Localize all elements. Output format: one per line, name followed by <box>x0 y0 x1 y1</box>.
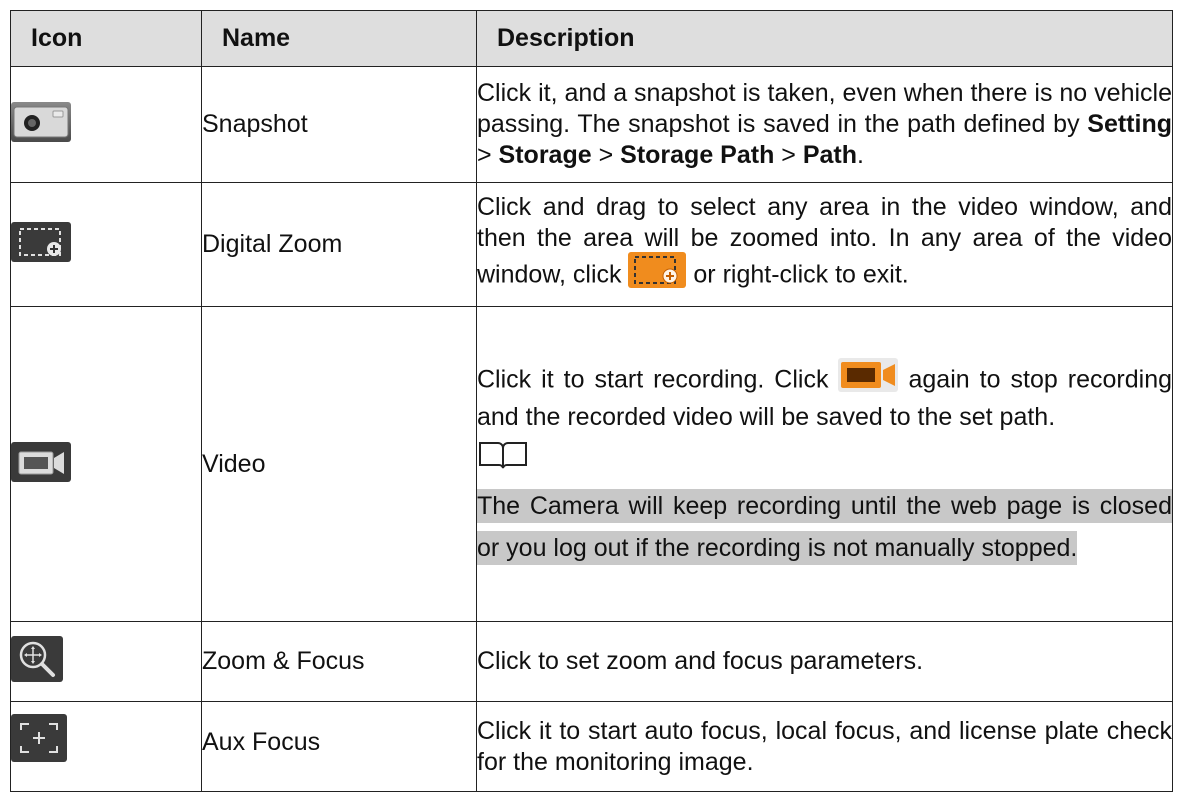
recording-note: The Camera will keep recording until the… <box>477 488 1172 565</box>
row-description: Click it to start recording. Click again… <box>476 306 1173 622</box>
table-row: Zoom & Focus Click to set zoom and focus… <box>10 621 1173 702</box>
header-icon: Icon <box>10 10 202 67</box>
row-description: Click it, and a snapshot is taken, even … <box>476 66 1173 183</box>
row-name: Zoom & Focus <box>201 621 477 702</box>
video-recording-active-icon <box>838 357 899 400</box>
path-storage: Storage <box>498 141 592 169</box>
path-path: Path <box>802 141 858 169</box>
digital-zoom-icon[interactable] <box>11 222 71 262</box>
row-description: Click and drag to select any area in the… <box>476 182 1173 307</box>
aux-focus-icon[interactable] <box>11 714 67 762</box>
video-record-icon[interactable] <box>11 441 71 482</box>
path-storage-path: Storage Path <box>620 141 775 169</box>
path-setting: Setting <box>1087 110 1172 138</box>
table-row: Video Click it to start recording. Click… <box>10 306 1173 622</box>
table-row: Aux Focus Click it to start auto focus, … <box>10 701 1173 792</box>
row-name: Video <box>201 306 477 622</box>
icon-reference-table: Icon Name Description Snapshot Click it,… <box>10 10 1173 792</box>
zoom-focus-icon[interactable] <box>11 636 63 682</box>
snapshot-camera-icon[interactable] <box>11 102 71 142</box>
row-name: Digital Zoom <box>201 182 477 307</box>
note-book-icon <box>477 439 1172 479</box>
table-row: Snapshot Click it, and a snapshot is tak… <box>10 66 1173 183</box>
digital-zoom-active-icon <box>628 251 687 296</box>
row-description: Click to set zoom and focus parameters. <box>476 621 1173 702</box>
header-description: Description <box>476 10 1173 67</box>
header-name: Name <box>201 10 477 67</box>
row-name: Snapshot <box>201 66 477 183</box>
table-row: Digital Zoom Click and drag to select an… <box>10 182 1173 307</box>
row-name: Aux Focus <box>201 701 477 792</box>
table-header-row: Icon Name Description <box>10 10 1173 67</box>
row-description: Click it to start auto focus, local focu… <box>476 701 1173 792</box>
